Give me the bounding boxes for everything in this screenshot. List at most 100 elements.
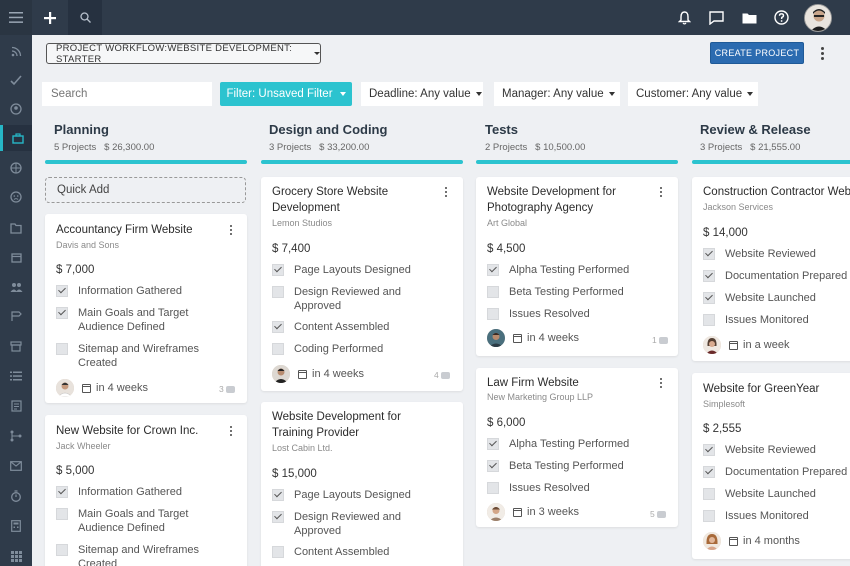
task-item: Page Layouts Designed [272,263,411,277]
chat-icon[interactable] [706,0,726,35]
team-icon[interactable] [0,274,32,300]
customer-dropdown[interactable]: Customer: Any value [628,82,758,106]
project-card[interactable]: Law Firm Website New Marketing Group LLP… [476,368,678,527]
hamburger-menu-icon[interactable] [0,0,32,35]
plus-icon[interactable] [32,0,68,35]
project-card[interactable]: Website for GreenYear Simplesoft $ 2,555… [692,373,850,559]
checkbox[interactable] [703,510,715,522]
checkbox[interactable] [272,511,284,523]
workflow-selector[interactable]: PROJECT WORKFLOW:WEBSITE DEVELOPMENT: ST… [46,43,321,65]
task-item: Page Layouts Designed [272,488,411,502]
checkbox[interactable] [272,286,284,298]
quick-add-button[interactable]: Quick Add [45,177,246,203]
card-title[interactable]: Accountancy Firm Website [56,223,193,239]
checkbox[interactable] [487,438,499,450]
create-project-button[interactable]: CREATE PROJECT [710,42,804,64]
checkbox[interactable] [56,508,68,520]
user-avatar[interactable] [804,4,832,32]
checkbox[interactable] [703,488,715,500]
task-label: Website Launched [725,292,816,304]
reports-icon[interactable] [0,393,32,419]
manager-dropdown[interactable]: Manager: Any value [494,82,620,106]
checkbox[interactable] [487,482,499,494]
globe-icon[interactable] [0,155,32,181]
task-label: Coding Performed [294,343,384,355]
comment-count[interactable]: 3 [219,384,235,394]
card-title[interactable]: Law Firm Website [487,376,579,392]
emoji-icon[interactable] [0,184,32,210]
chevron-down-icon [339,92,346,96]
checkbox[interactable] [487,460,499,472]
task-label: Design Reviewed and Approved [294,286,402,312]
more-options-icon[interactable] [815,44,829,62]
checkbox[interactable] [272,321,284,333]
card-menu-icon[interactable] [657,186,665,198]
mail-icon[interactable] [0,453,32,479]
project-card[interactable]: Construction Contractor Website Jackson … [692,177,850,361]
card-price: $ 7,000 [56,264,95,276]
apps-icon[interactable] [0,543,32,566]
checkbox[interactable] [703,314,715,326]
checkbox[interactable] [703,248,715,260]
files-icon[interactable] [0,215,32,241]
help-icon[interactable] [771,0,791,35]
bell-icon[interactable] [674,0,694,35]
checkbox[interactable] [703,444,715,456]
calculator-icon[interactable] [0,513,32,539]
comment-count[interactable]: 1 [652,335,668,345]
card-menu-icon[interactable] [442,186,450,198]
checkbox[interactable] [703,270,715,282]
checkbox[interactable] [56,285,68,297]
card-title[interactable]: Website for GreenYear [703,382,819,398]
checkbox[interactable] [487,264,499,276]
project-card[interactable]: Grocery Store Website Development Lemon … [261,177,463,391]
card-title[interactable]: Website Development for Training Provide… [272,410,401,441]
task-label: Information Gathered [78,486,182,498]
search-input[interactable] [42,82,212,106]
checkbox[interactable] [487,308,499,320]
timeline-icon[interactable] [0,303,32,329]
checkbox[interactable] [272,343,284,355]
checkbox[interactable] [703,292,715,304]
filter-button[interactable]: Filter: Unsaved Filter [220,82,352,106]
card-menu-icon[interactable] [227,224,235,236]
project-card[interactable]: New Website for Crown Inc. Jack Wheeler … [45,415,247,566]
feed-icon[interactable] [0,38,32,64]
card-menu-icon[interactable] [657,377,665,389]
checkbox[interactable] [56,343,68,355]
card-menu-icon[interactable] [227,425,235,437]
list-icon[interactable] [0,363,32,389]
deadline-dropdown[interactable]: Deadline: Any value [361,82,483,106]
timer-icon[interactable] [0,483,32,509]
workflow-icon[interactable] [0,423,32,449]
card-title[interactable]: New Website for Crown Inc. [56,424,198,440]
card-title[interactable]: Construction Contractor Website [703,185,850,201]
checkbox[interactable] [56,544,68,556]
projects-icon[interactable] [0,125,32,151]
checkbox[interactable] [272,489,284,501]
search-icon[interactable] [68,0,102,35]
tasks-icon[interactable] [0,67,32,93]
folder-icon[interactable] [739,0,759,35]
task-label: Main Goals and Target Audience Defined [78,508,189,534]
comment-count[interactable]: 5 [650,509,666,519]
task-label: Issues Resolved [509,482,590,494]
archive-icon[interactable] [0,333,32,359]
checkbox[interactable] [56,486,68,498]
checkbox[interactable] [272,546,284,558]
card-title[interactable]: Website Development for Photography Agen… [487,185,616,216]
card-price: $ 5,000 [56,465,95,477]
calendar-icon[interactable] [0,244,32,270]
checkbox[interactable] [703,466,715,478]
due-date: in a week [729,339,789,351]
checkbox[interactable] [56,307,68,319]
project-card[interactable]: Website Development for Photography Agen… [476,177,678,356]
card-title[interactable]: Grocery Store Website Development [272,185,388,216]
project-card[interactable]: Website Development for Training Provide… [261,402,463,566]
contacts-icon[interactable] [0,96,32,122]
checkbox[interactable] [487,286,499,298]
comment-count[interactable]: 4 [434,370,450,380]
checkbox[interactable] [272,264,284,276]
task-item: Website Reviewed [703,247,816,261]
project-card[interactable]: Accountancy Firm Website Davis and Sons … [45,214,247,403]
